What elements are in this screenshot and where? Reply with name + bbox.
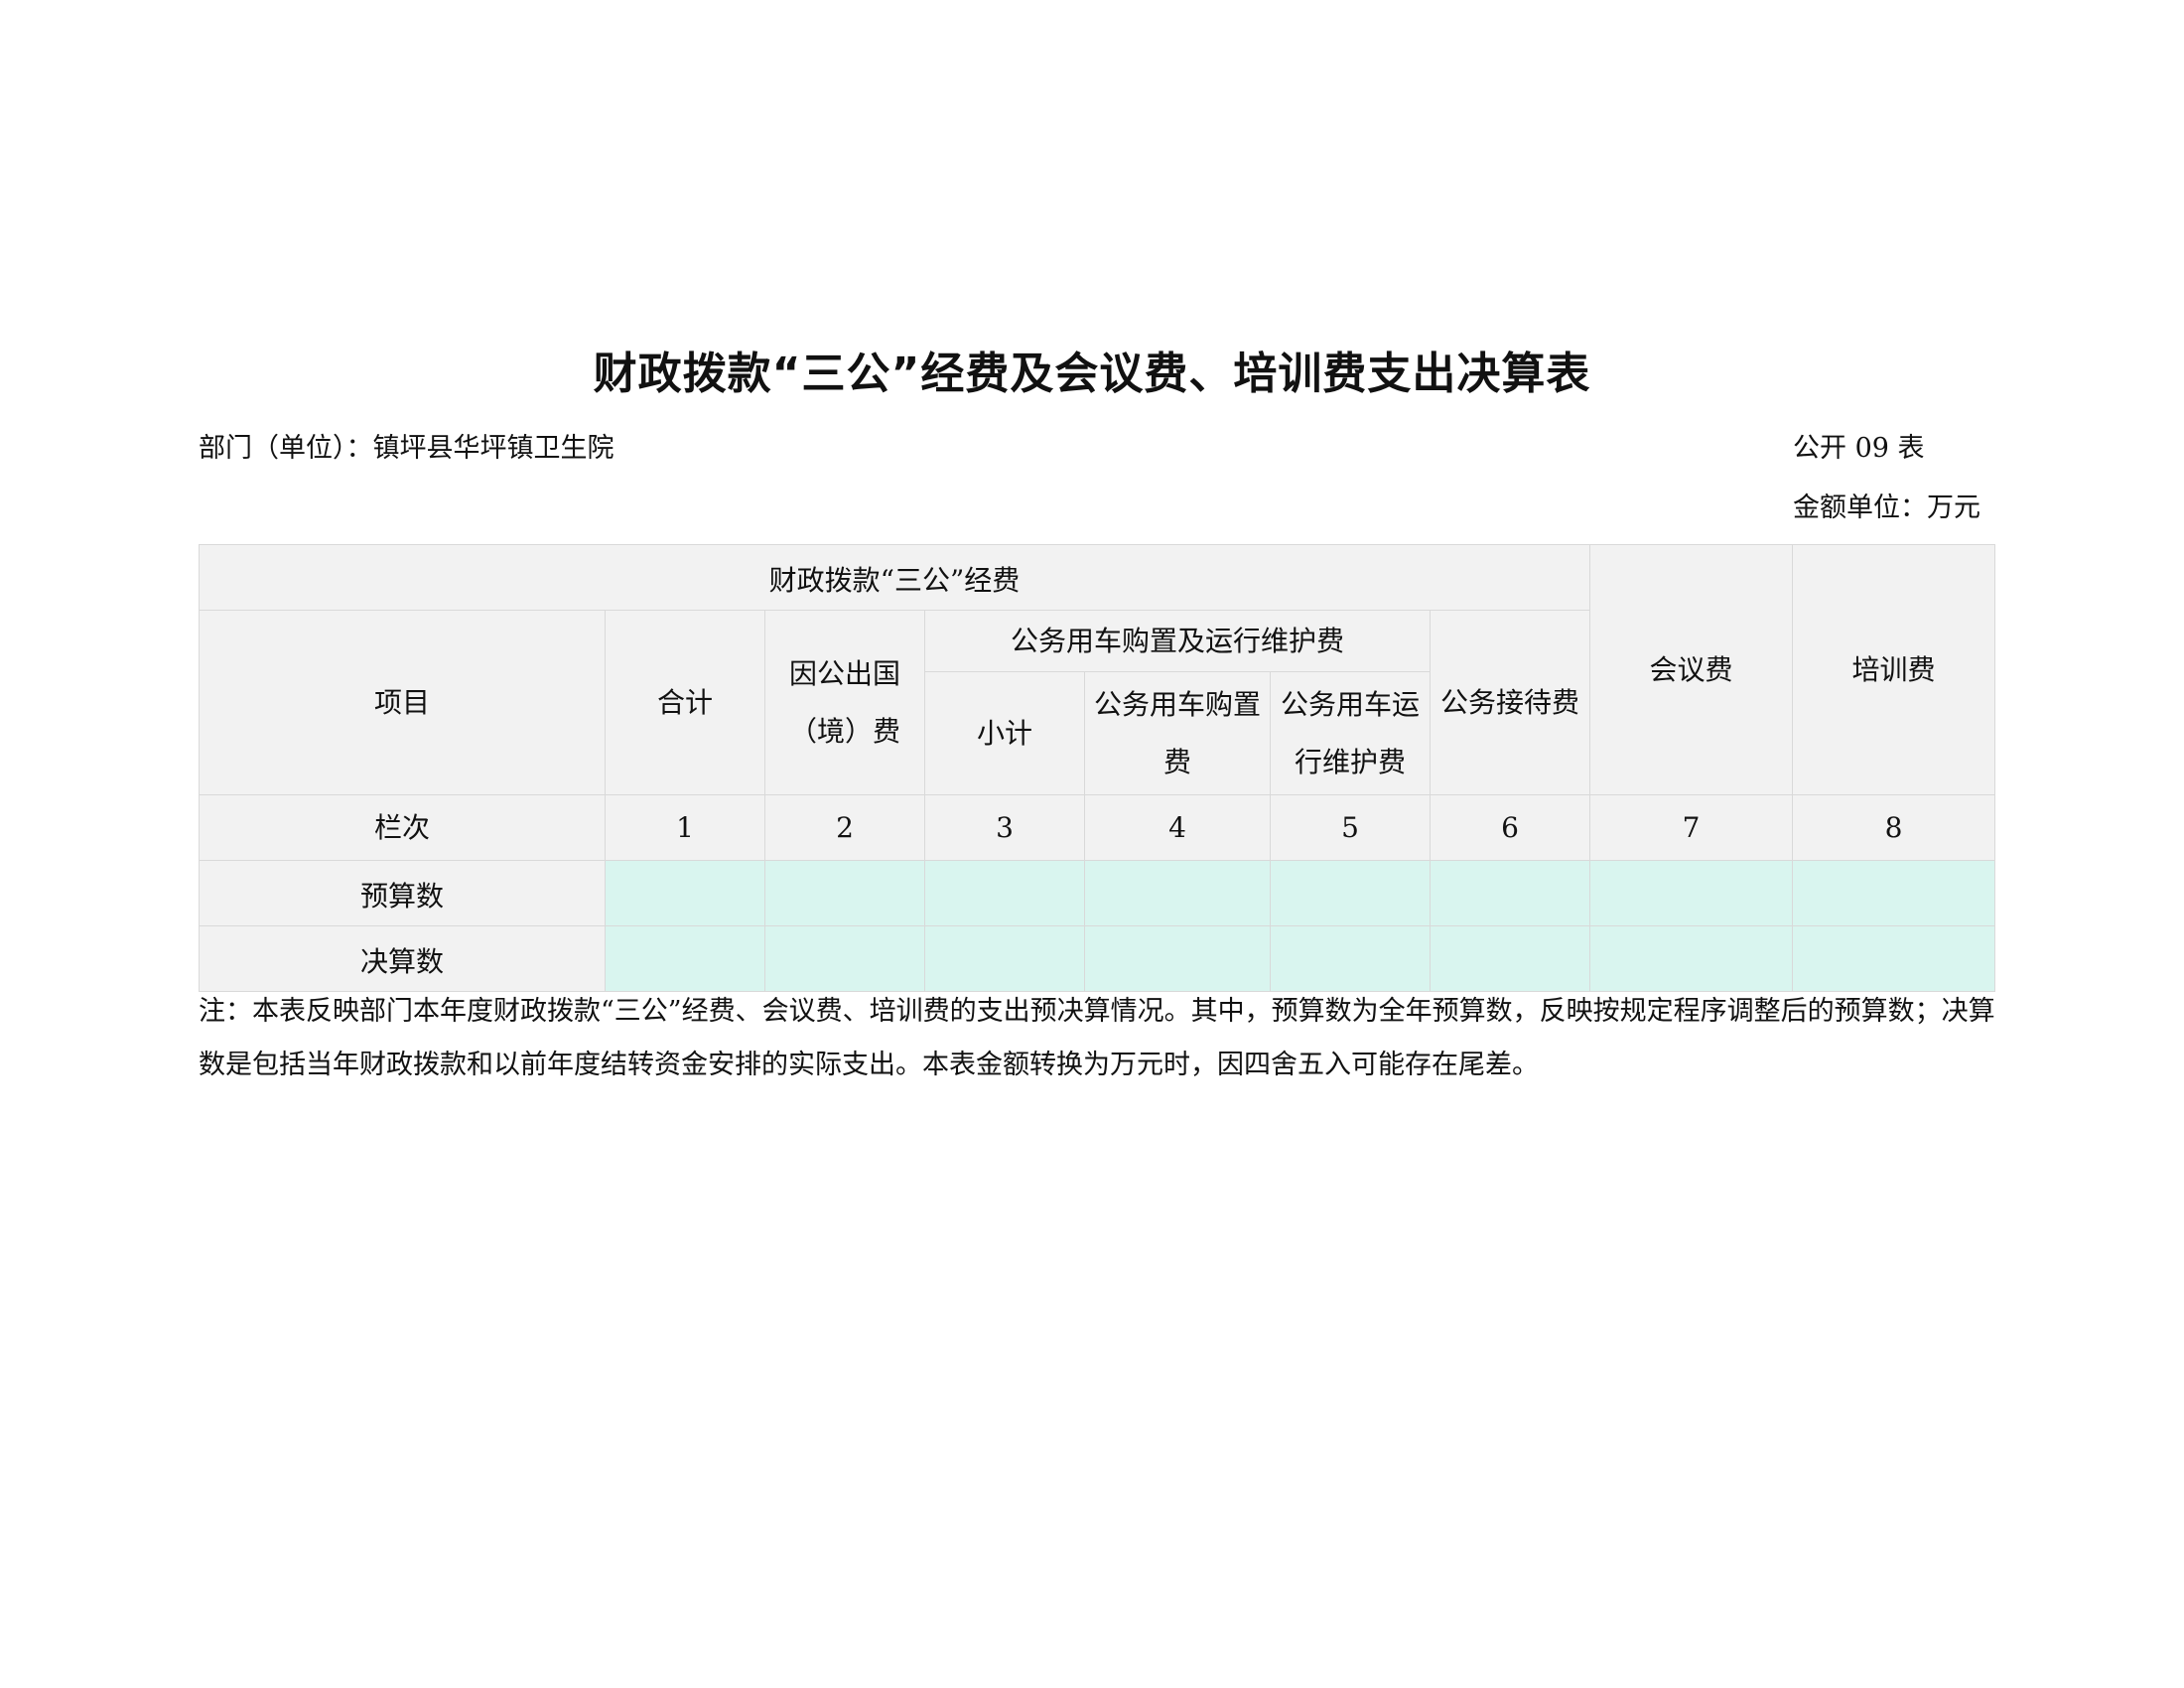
form-number: 公开 09 表 xyxy=(1793,433,1925,464)
column-number: 5 xyxy=(1270,794,1431,861)
column-number: 1 xyxy=(605,794,765,861)
reception-fee-header: 公务接待费 xyxy=(1430,610,1590,795)
item-header: 项目 xyxy=(199,610,606,795)
final-cell xyxy=(1589,925,1793,992)
column-number: 6 xyxy=(1430,794,1590,861)
column-number: 4 xyxy=(1084,794,1271,861)
row-label-budget: 预算数 xyxy=(199,860,606,926)
final-cell xyxy=(764,925,925,992)
column-label: 栏次 xyxy=(199,794,606,861)
budget-cell xyxy=(764,860,925,926)
vehicle-subtotal-header: 小计 xyxy=(924,671,1085,795)
training-fee-header: 培训费 xyxy=(1792,544,1995,795)
overseas-fee-header: 因公出国（境）费 xyxy=(764,610,925,795)
table-row-final: 决算数 xyxy=(199,925,1995,992)
budget-cell xyxy=(1792,860,1995,926)
final-cell xyxy=(1792,925,1995,992)
budget-cell xyxy=(605,860,765,926)
meeting-fee-header: 会议费 xyxy=(1589,544,1793,795)
column-number: 8 xyxy=(1792,794,1995,861)
budget-cell xyxy=(1430,860,1590,926)
three-public-group-header: 财政拨款“三公”经费 xyxy=(199,544,1590,611)
amount-unit: 金额单位：万元 xyxy=(1793,492,1980,523)
column-number: 2 xyxy=(764,794,925,861)
final-cell xyxy=(605,925,765,992)
total-header: 合计 xyxy=(605,610,765,795)
page-title: 财政拨款“三公”经费及会议费、培训费支出决算表 xyxy=(593,349,1591,399)
table-row-budget: 预算数 xyxy=(199,860,1995,926)
final-cell xyxy=(1084,925,1271,992)
final-cell xyxy=(924,925,1085,992)
department-label: 部门（单位）：镇坪县华坪镇卫生院 xyxy=(199,433,614,464)
final-cell xyxy=(1430,925,1590,992)
budget-cell xyxy=(1589,860,1793,926)
budget-cell xyxy=(1084,860,1271,926)
expenditure-table: 财政拨款“三公”经费 会议费 培训费 项目 合计 因公出国（境）费 公务用车购置… xyxy=(199,544,1995,992)
row-label-final: 决算数 xyxy=(199,925,606,992)
footnote: 注：本表反映部门本年度财政拨款“三公”经费、会议费、培训费的支出预决算情况。其中… xyxy=(199,996,1995,1080)
final-cell xyxy=(1270,925,1431,992)
column-number: 7 xyxy=(1589,794,1793,861)
vehicle-operation-header: 公务用车运行维护费 xyxy=(1270,671,1431,795)
budget-cell xyxy=(1270,860,1431,926)
budget-cell xyxy=(924,860,1085,926)
vehicle-purchase-header: 公务用车购置费 xyxy=(1084,671,1271,795)
vehicle-group-header: 公务用车购置及运行维护费 xyxy=(924,610,1431,672)
column-number: 3 xyxy=(924,794,1085,861)
